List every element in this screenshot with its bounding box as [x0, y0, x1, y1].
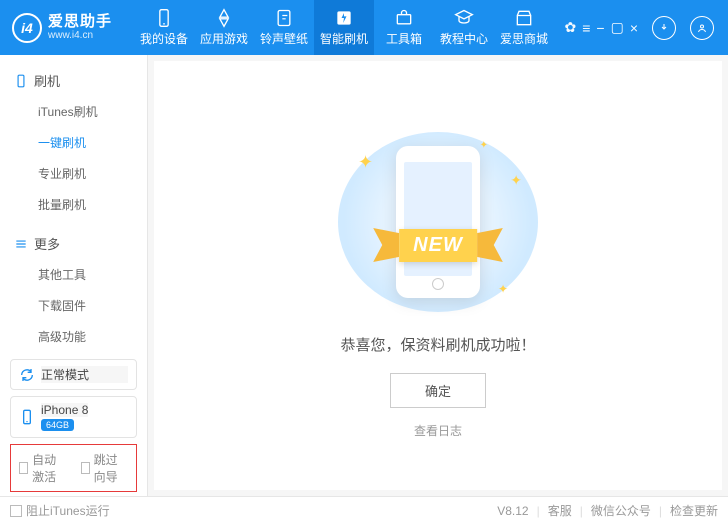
phone-icon [154, 8, 174, 28]
flash-icon [334, 8, 354, 28]
minimize-icon[interactable]: − [596, 20, 604, 36]
sidebar-group-flash: 刷机 [0, 65, 147, 96]
mode-label: 正常模式 [41, 366, 128, 383]
nav-ringtones-wallpapers[interactable]: 铃声壁纸 [254, 0, 314, 55]
view-log-link[interactable]: 查看日志 [414, 422, 462, 439]
close-icon[interactable]: × [630, 20, 638, 36]
toolbox-icon [394, 8, 414, 28]
footer-link-wechat[interactable]: 微信公众号 [591, 502, 651, 519]
logo-icon: i4 [12, 13, 42, 43]
block-itunes-checkbox[interactable]: 阻止iTunes运行 [10, 502, 110, 519]
version-label: V8.12 [497, 504, 528, 518]
footer-link-support[interactable]: 客服 [548, 502, 572, 519]
apps-icon [214, 8, 234, 28]
success-illustration: ✦✦✦✦ NEW [338, 132, 538, 312]
sidebar-item-batch-flash[interactable]: 批量刷机 [0, 189, 147, 220]
user-button[interactable] [690, 16, 714, 40]
footer-link-update[interactable]: 检查更新 [670, 502, 718, 519]
sidebar-item-pro-flash[interactable]: 专业刷机 [0, 158, 147, 189]
success-message: 恭喜您，保资料刷机成功啦！ [340, 334, 535, 355]
brand-logo: i4 爱思助手 www.i4.cn [12, 13, 112, 43]
device-icon [19, 409, 35, 425]
menu-small-icon [14, 237, 28, 251]
tutorial-icon [454, 8, 474, 28]
download-button[interactable] [652, 16, 676, 40]
nav-smart-flash[interactable]: 智能刷机 [314, 0, 374, 55]
option-highlight-box: 自动激活 跳过向导 [10, 444, 137, 492]
ok-button[interactable]: 确定 [390, 373, 486, 408]
sidebar-group-more: 更多 [0, 228, 147, 259]
refresh-icon [19, 367, 35, 383]
brand-url: www.i4.cn [48, 30, 112, 41]
theme-icon[interactable]: ✿ [564, 19, 576, 36]
phone-illustration [396, 146, 480, 298]
user-icon [696, 22, 708, 34]
storage-badge: 64GB [41, 419, 74, 431]
phone-small-icon [14, 74, 28, 88]
music-icon [274, 8, 294, 28]
nav-toolbox[interactable]: 工具箱 [374, 0, 434, 55]
window-controls: ✿ ≡ − ▢ × [564, 19, 638, 36]
sidebar-item-advanced[interactable]: 高级功能 [0, 321, 147, 351]
skip-guide-checkbox[interactable]: 跳过向导 [81, 451, 129, 485]
brand-name: 爱思助手 [48, 14, 112, 31]
new-ribbon: NEW [399, 229, 477, 262]
maximize-icon[interactable]: ▢ [611, 19, 624, 36]
store-icon [514, 8, 534, 28]
nav-store[interactable]: 爱思商城 [494, 0, 554, 55]
auto-activate-checkbox[interactable]: 自动激活 [19, 451, 67, 485]
nav-apps-games[interactable]: 应用游戏 [194, 0, 254, 55]
nav-tutorials[interactable]: 教程中心 [434, 0, 494, 55]
menu-icon[interactable]: ≡ [582, 20, 590, 36]
device-name: iPhone 8 [41, 403, 88, 417]
sidebar-item-itunes-flash[interactable]: iTunes刷机 [0, 96, 147, 127]
mode-card[interactable]: 正常模式 [10, 359, 137, 390]
sidebar-item-other-tools[interactable]: 其他工具 [0, 259, 147, 290]
sidebar-item-download-firmware[interactable]: 下载固件 [0, 290, 147, 321]
device-card[interactable]: iPhone 8 64GB [10, 396, 137, 438]
sidebar-item-oneclick-flash[interactable]: 一键刷机 [0, 127, 147, 158]
nav-my-device[interactable]: 我的设备 [134, 0, 194, 55]
download-icon [658, 22, 670, 34]
